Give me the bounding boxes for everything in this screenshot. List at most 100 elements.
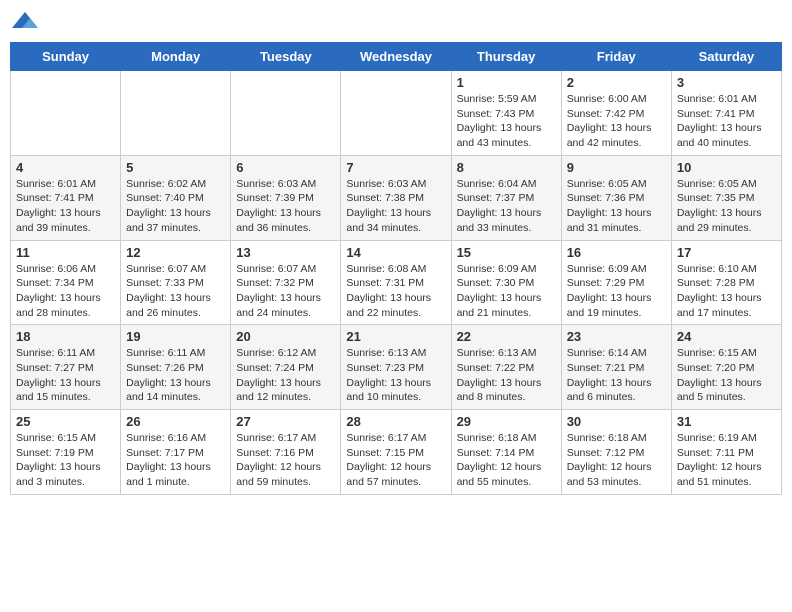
day-number: 31	[677, 414, 776, 429]
day-cell: 1 Sunrise: 5:59 AM Sunset: 7:43 PM Daylig…	[451, 71, 561, 156]
day-number: 19	[126, 329, 225, 344]
day-cell: 22 Sunrise: 6:13 AM Sunset: 7:22 PM Dayli…	[451, 325, 561, 410]
day-info: Sunrise: 6:03 AM Sunset: 7:38 PM Dayligh…	[346, 177, 445, 236]
day-cell: 3 Sunrise: 6:01 AM Sunset: 7:41 PM Daylig…	[671, 71, 781, 156]
day-number: 24	[677, 329, 776, 344]
day-info: Sunrise: 6:09 AM Sunset: 7:29 PM Dayligh…	[567, 262, 666, 321]
day-number: 9	[567, 160, 666, 175]
day-info: Sunrise: 6:12 AM Sunset: 7:24 PM Dayligh…	[236, 346, 335, 405]
day-cell: 17 Sunrise: 6:10 AM Sunset: 7:28 PM Dayli…	[671, 240, 781, 325]
day-info: Sunrise: 6:07 AM Sunset: 7:32 PM Dayligh…	[236, 262, 335, 321]
day-cell: 7 Sunrise: 6:03 AM Sunset: 7:38 PM Daylig…	[341, 155, 451, 240]
week-row: 4 Sunrise: 6:01 AM Sunset: 7:41 PM Daylig…	[11, 155, 782, 240]
day-cell: 24 Sunrise: 6:15 AM Sunset: 7:20 PM Dayli…	[671, 325, 781, 410]
day-cell: 14Sunrise: 6:08 AM Sunset: 7:31 PM Dayli…	[341, 240, 451, 325]
day-info: Sunrise: 6:19 AM Sunset: 7:11 PM Dayligh…	[677, 431, 776, 490]
day-cell: 27Sunrise: 6:17 AM Sunset: 7:16 PM Dayli…	[231, 410, 341, 495]
day-number: 16	[567, 245, 666, 260]
day-number: 28	[346, 414, 445, 429]
day-cell: 31 Sunrise: 6:19 AM Sunset: 7:11 PM Dayli…	[671, 410, 781, 495]
day-cell: 15Sunrise: 6:09 AM Sunset: 7:30 PM Dayli…	[451, 240, 561, 325]
day-cell: 19Sunrise: 6:11 AM Sunset: 7:26 PM Dayli…	[121, 325, 231, 410]
day-number: 23	[567, 329, 666, 344]
day-info: Sunrise: 6:13 AM Sunset: 7:22 PM Dayligh…	[457, 346, 556, 405]
day-cell: 2 Sunrise: 6:00 AM Sunset: 7:42 PM Daylig…	[561, 71, 671, 156]
day-number: 3	[677, 75, 776, 90]
day-cell: 30 Sunrise: 6:18 AM Sunset: 7:12 PM Dayli…	[561, 410, 671, 495]
week-row: 11 Sunrise: 6:06 AM Sunset: 7:34 PM Dayli…	[11, 240, 782, 325]
header-row: SundayMondayTuesdayWednesdayThursdayFrid…	[11, 43, 782, 71]
day-info: Sunrise: 5:59 AM Sunset: 7:43 PM Dayligh…	[457, 92, 556, 151]
day-header-friday: Friday	[561, 43, 671, 71]
day-cell: 11 Sunrise: 6:06 AM Sunset: 7:34 PM Dayli…	[11, 240, 121, 325]
day-info: Sunrise: 6:01 AM Sunset: 7:41 PM Dayligh…	[677, 92, 776, 151]
day-header-saturday: Saturday	[671, 43, 781, 71]
day-number: 13	[236, 245, 335, 260]
day-info: Sunrise: 6:15 AM Sunset: 7:20 PM Dayligh…	[677, 346, 776, 405]
day-number: 8	[457, 160, 556, 175]
day-info: Sunrise: 6:16 AM Sunset: 7:17 PM Dayligh…	[126, 431, 225, 490]
header	[10, 10, 782, 34]
day-number: 6	[236, 160, 335, 175]
day-cell: 25 Sunrise: 6:15 AM Sunset: 7:19 PM Dayli…	[11, 410, 121, 495]
day-number: 29	[457, 414, 556, 429]
day-info: Sunrise: 6:01 AM Sunset: 7:41 PM Dayligh…	[16, 177, 115, 236]
day-info: Sunrise: 6:18 AM Sunset: 7:12 PM Dayligh…	[567, 431, 666, 490]
day-info: Sunrise: 6:05 AM Sunset: 7:36 PM Dayligh…	[567, 177, 666, 236]
day-info: Sunrise: 6:15 AM Sunset: 7:19 PM Dayligh…	[16, 431, 115, 490]
day-number: 11	[16, 245, 115, 260]
day-number: 12	[126, 245, 225, 260]
day-info: Sunrise: 6:13 AM Sunset: 7:23 PM Dayligh…	[346, 346, 445, 405]
day-number: 1	[457, 75, 556, 90]
day-info: Sunrise: 6:05 AM Sunset: 7:35 PM Dayligh…	[677, 177, 776, 236]
day-number: 17	[677, 245, 776, 260]
day-cell	[231, 71, 341, 156]
day-header-wednesday: Wednesday	[341, 43, 451, 71]
week-row: 18Sunrise: 6:11 AM Sunset: 7:27 PM Dayli…	[11, 325, 782, 410]
day-info: Sunrise: 6:17 AM Sunset: 7:16 PM Dayligh…	[236, 431, 335, 490]
day-info: Sunrise: 6:03 AM Sunset: 7:39 PM Dayligh…	[236, 177, 335, 236]
day-info: Sunrise: 6:18 AM Sunset: 7:14 PM Dayligh…	[457, 431, 556, 490]
day-number: 20	[236, 329, 335, 344]
day-cell: 6 Sunrise: 6:03 AM Sunset: 7:39 PM Daylig…	[231, 155, 341, 240]
day-header-tuesday: Tuesday	[231, 43, 341, 71]
day-number: 10	[677, 160, 776, 175]
day-cell: 10 Sunrise: 6:05 AM Sunset: 7:35 PM Dayli…	[671, 155, 781, 240]
day-number: 26	[126, 414, 225, 429]
day-cell: 28 Sunrise: 6:17 AM Sunset: 7:15 PM Dayli…	[341, 410, 451, 495]
day-number: 14	[346, 245, 445, 260]
day-info: Sunrise: 6:00 AM Sunset: 7:42 PM Dayligh…	[567, 92, 666, 151]
day-cell	[341, 71, 451, 156]
day-cell: 13 Sunrise: 6:07 AM Sunset: 7:32 PM Dayli…	[231, 240, 341, 325]
day-info: Sunrise: 6:11 AM Sunset: 7:27 PM Dayligh…	[16, 346, 115, 405]
day-number: 5	[126, 160, 225, 175]
day-number: 2	[567, 75, 666, 90]
day-header-thursday: Thursday	[451, 43, 561, 71]
day-number: 15	[457, 245, 556, 260]
calendar-table: SundayMondayTuesdayWednesdayThursdayFrid…	[10, 42, 782, 495]
day-cell	[11, 71, 121, 156]
day-cell: 21 Sunrise: 6:13 AM Sunset: 7:23 PM Dayli…	[341, 325, 451, 410]
day-cell: 4 Sunrise: 6:01 AM Sunset: 7:41 PM Daylig…	[11, 155, 121, 240]
day-info: Sunrise: 6:10 AM Sunset: 7:28 PM Dayligh…	[677, 262, 776, 321]
day-cell: 29 Sunrise: 6:18 AM Sunset: 7:14 PM Dayli…	[451, 410, 561, 495]
day-number: 7	[346, 160, 445, 175]
week-row: 1 Sunrise: 5:59 AM Sunset: 7:43 PM Daylig…	[11, 71, 782, 156]
day-number: 4	[16, 160, 115, 175]
day-number: 25	[16, 414, 115, 429]
day-header-sunday: Sunday	[11, 43, 121, 71]
day-info: Sunrise: 6:06 AM Sunset: 7:34 PM Dayligh…	[16, 262, 115, 321]
day-info: Sunrise: 6:17 AM Sunset: 7:15 PM Dayligh…	[346, 431, 445, 490]
day-cell: 8Sunrise: 6:04 AM Sunset: 7:37 PM Daylig…	[451, 155, 561, 240]
day-cell: 23 Sunrise: 6:14 AM Sunset: 7:21 PM Dayli…	[561, 325, 671, 410]
day-cell	[121, 71, 231, 156]
logo	[10, 10, 44, 34]
day-number: 21	[346, 329, 445, 344]
week-row: 25 Sunrise: 6:15 AM Sunset: 7:19 PM Dayli…	[11, 410, 782, 495]
day-info: Sunrise: 6:14 AM Sunset: 7:21 PM Dayligh…	[567, 346, 666, 405]
logo-icon	[10, 10, 40, 34]
day-number: 22	[457, 329, 556, 344]
day-cell: 16 Sunrise: 6:09 AM Sunset: 7:29 PM Dayli…	[561, 240, 671, 325]
day-number: 30	[567, 414, 666, 429]
day-header-monday: Monday	[121, 43, 231, 71]
